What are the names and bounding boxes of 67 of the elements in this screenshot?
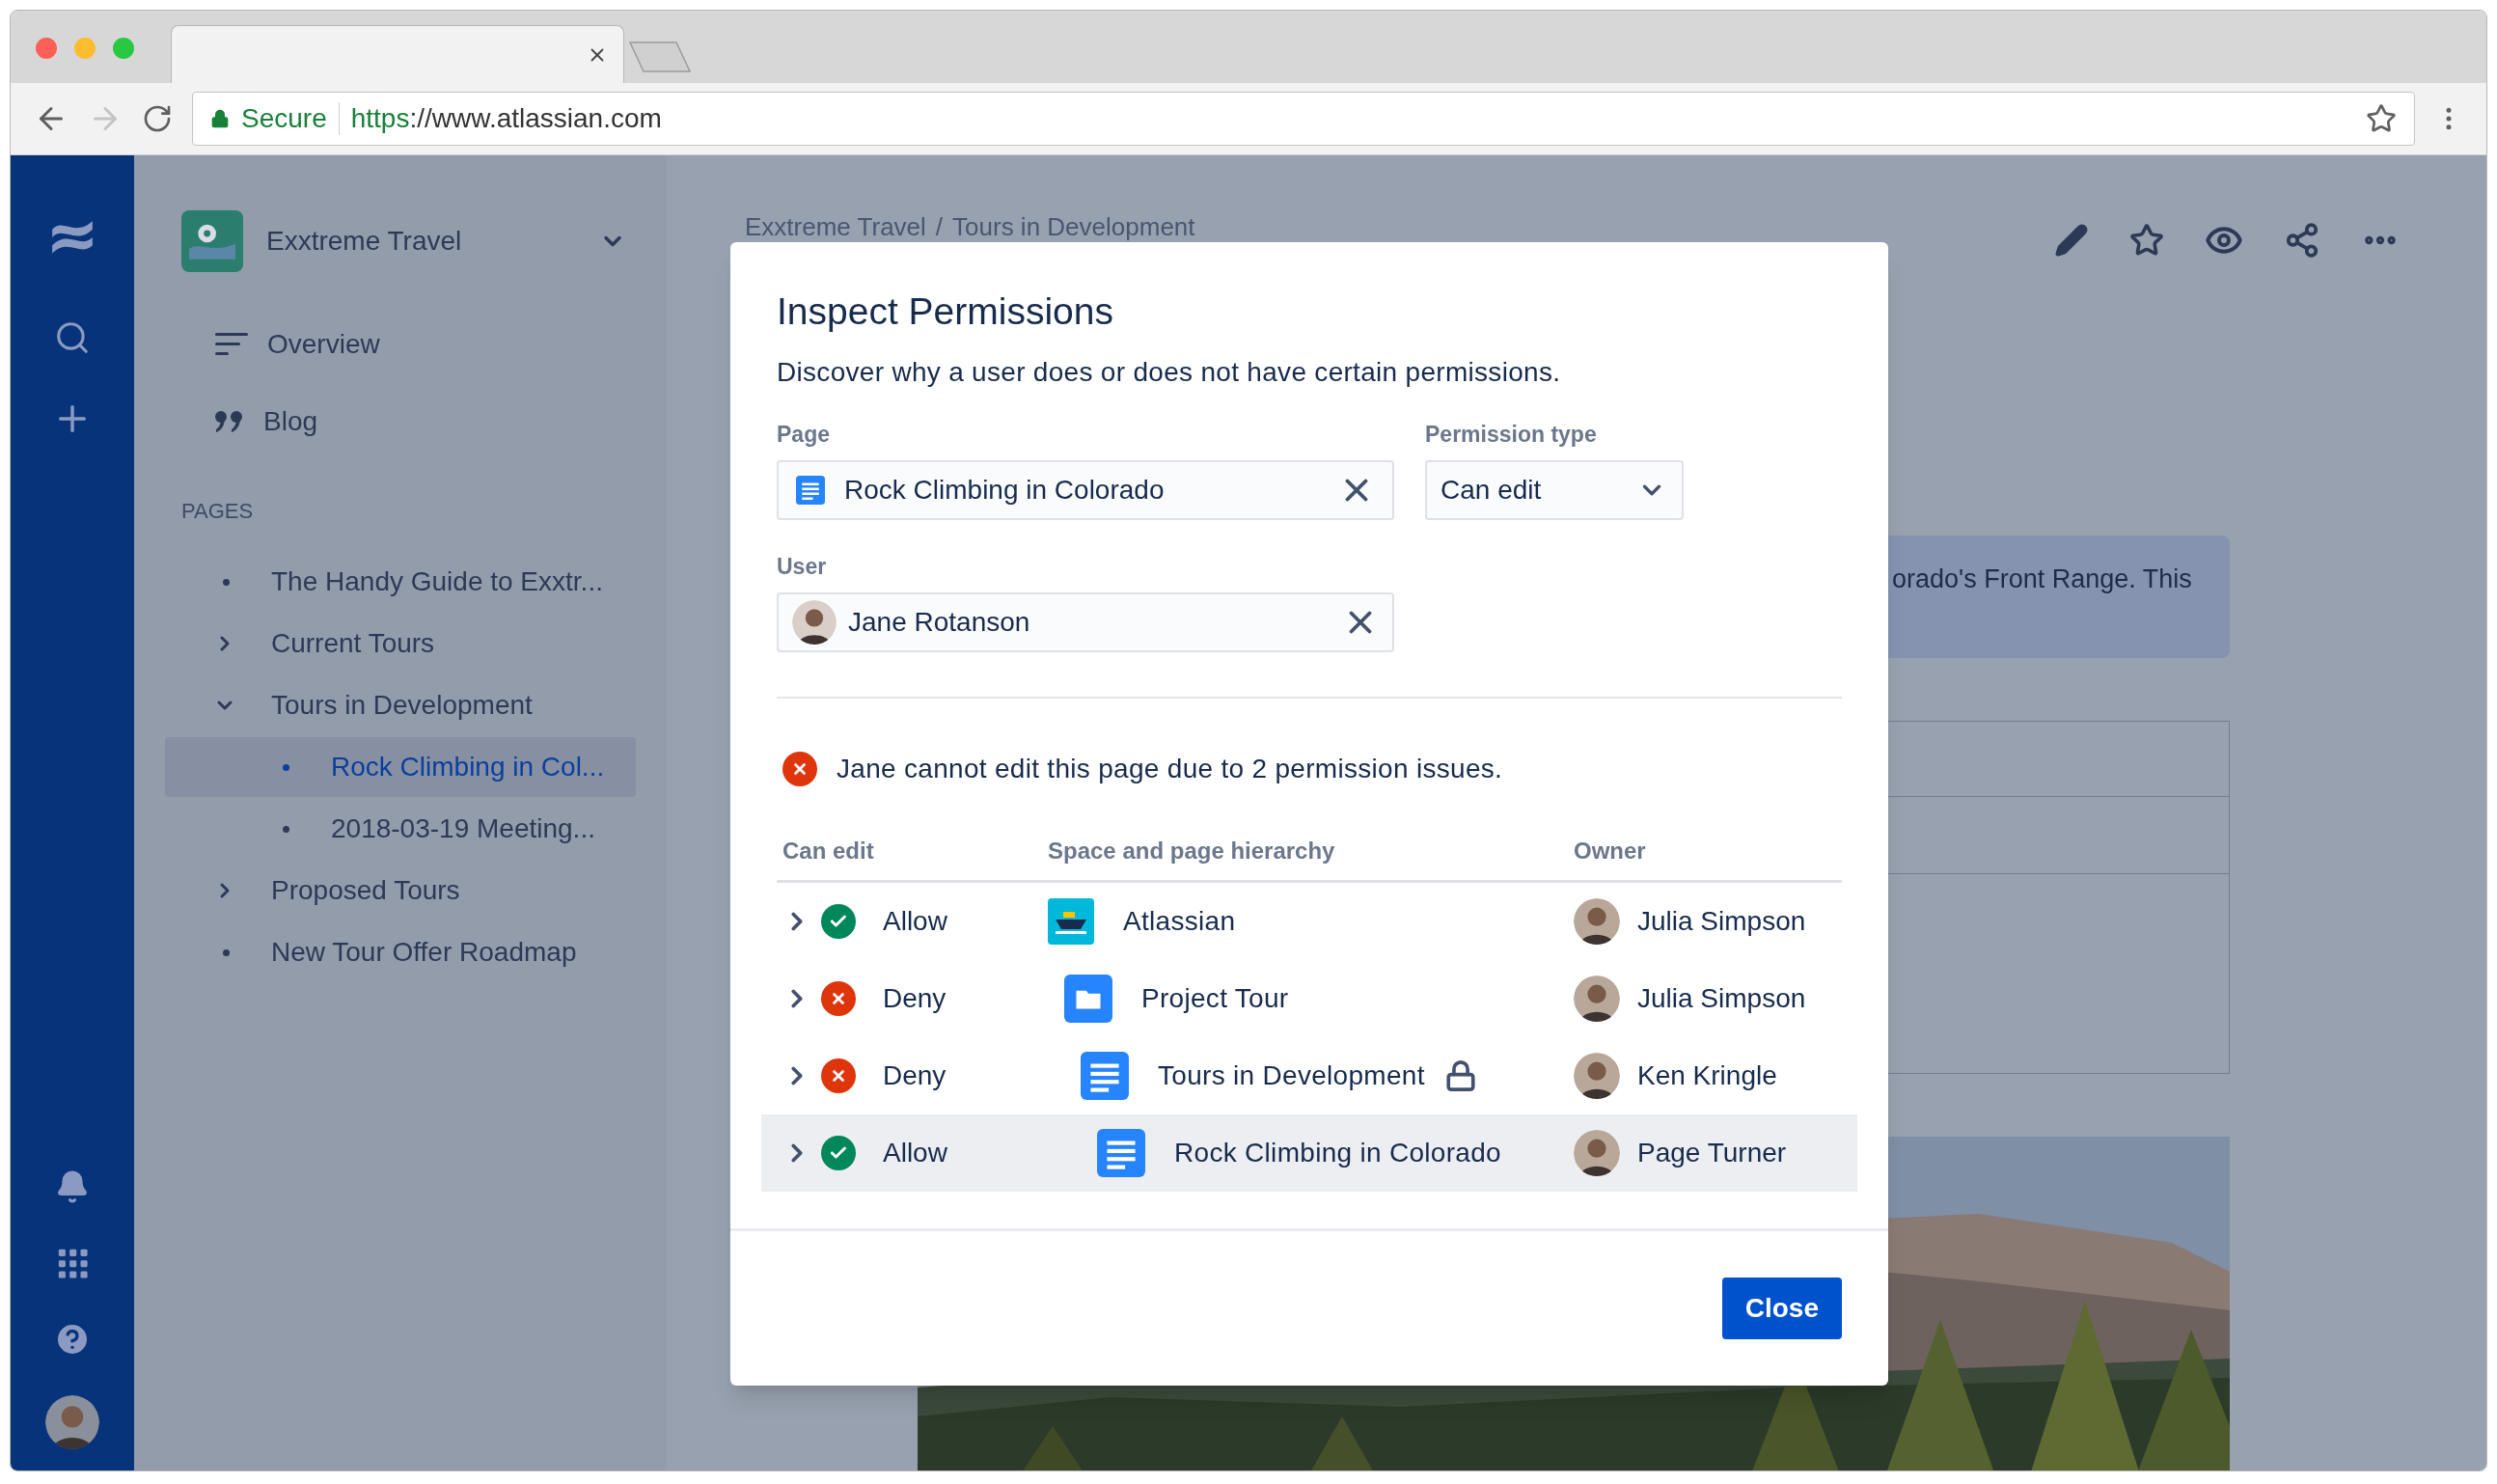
dialog-description: Discover why a user does or does not have certain permissions. — [777, 356, 1562, 389]
edit-icon[interactable] — [2054, 223, 2089, 258]
page-tree-item[interactable]: Tours in Development — [165, 675, 636, 735]
reload-icon[interactable] — [142, 103, 173, 134]
secure-label: Secure — [241, 102, 327, 135]
user-field[interactable]: Jane Rotanson — [777, 592, 1394, 652]
column-header: Owner — [1574, 837, 1647, 866]
bullet-icon — [283, 825, 289, 833]
field-label: Page — [777, 421, 831, 449]
user-avatar — [1574, 1130, 1620, 1176]
access-label: Deny — [883, 982, 947, 1015]
page-icon — [1081, 1052, 1129, 1100]
page-icon — [1097, 1129, 1145, 1177]
panel-text: orado's Front Range. This — [1892, 564, 2192, 593]
search-icon[interactable] — [54, 319, 91, 356]
page-tree-item[interactable]: The Handy Guide to Exxtr... — [165, 552, 636, 612]
bookmark-star-icon[interactable] — [2366, 103, 2397, 134]
profile-avatar — [45, 1395, 99, 1449]
address-text: https://www.atlassian.com — [350, 102, 662, 135]
access-label: Deny — [883, 1059, 947, 1092]
sidebar-link[interactable]: Overview — [267, 324, 380, 365]
ship-icon — [1048, 898, 1094, 945]
bullet-icon — [283, 763, 289, 771]
user-avatar — [792, 600, 837, 645]
sidebar-link[interactable]: Blog — [263, 401, 318, 442]
denied-icon — [782, 752, 817, 786]
space-name[interactable]: Exxtreme Travel — [266, 221, 599, 261]
field-label: Permission type — [1425, 421, 1598, 449]
user-avatar — [1574, 976, 1620, 1022]
page-tree-item[interactable]: 2018-03-19 Meeting... — [165, 799, 636, 859]
owner-name: Julia Simpson — [1637, 982, 1806, 1015]
hierarchy-name[interactable]: Rock Climbing in Colorado — [1174, 1133, 1501, 1173]
column-header: Space and page hierarchy — [1048, 837, 1336, 866]
bullet-icon — [223, 948, 230, 956]
hierarchy-name[interactable]: Tours in Development — [1158, 1056, 1425, 1096]
field-label: User — [777, 553, 828, 581]
star-icon[interactable] — [2129, 223, 2164, 258]
column-header: Can edit — [782, 837, 875, 866]
page-icon — [796, 476, 825, 505]
permission-type-select[interactable]: Can edit — [1425, 460, 1684, 520]
result-message: Jane cannot edit this page due to 2 permission issues. — [837, 753, 1503, 785]
close-button[interactable]: Close — [1721, 1278, 1842, 1339]
section-heading: PAGES — [181, 498, 255, 525]
owner-name: Page Turner — [1637, 1137, 1787, 1169]
folder-icon — [1064, 975, 1112, 1023]
space-logo-icon[interactable] — [181, 210, 243, 272]
access-label: Allow — [883, 905, 947, 938]
lock-icon — [210, 109, 230, 128]
permission-row[interactable]: Allow Rock Climbing in Colorado Page Turner — [761, 1114, 1857, 1192]
app-grid-icon[interactable] — [56, 1247, 89, 1279]
notification-icon[interactable] — [55, 1169, 90, 1204]
share-icon[interactable] — [2284, 222, 2320, 259]
user-avatar — [1574, 898, 1620, 945]
owner-name: Ken Kringle — [1637, 1059, 1777, 1092]
bullet-icon — [223, 578, 230, 586]
page-field[interactable]: Rock Climbing in Colorado — [777, 460, 1394, 520]
hierarchy-name[interactable]: Atlassian — [1123, 901, 1236, 942]
owner-name: Julia Simpson — [1637, 905, 1806, 938]
address-field[interactable]: Secure https://www.atlassian.com — [192, 92, 2415, 146]
hierarchy-name[interactable]: Project Tour — [1141, 978, 1289, 1019]
breadcrumb-separator: / — [935, 211, 944, 243]
dialog-title: Inspect Permissions — [777, 289, 1114, 334]
access-label: Allow — [883, 1137, 947, 1169]
page-tree-item[interactable]: Proposed Tours — [165, 861, 636, 921]
user-avatar — [1574, 1053, 1620, 1099]
page-tree-item[interactable]: New Tour Offer Roadmap — [165, 922, 636, 982]
page-tree-item[interactable]: Current Tours — [165, 614, 636, 673]
